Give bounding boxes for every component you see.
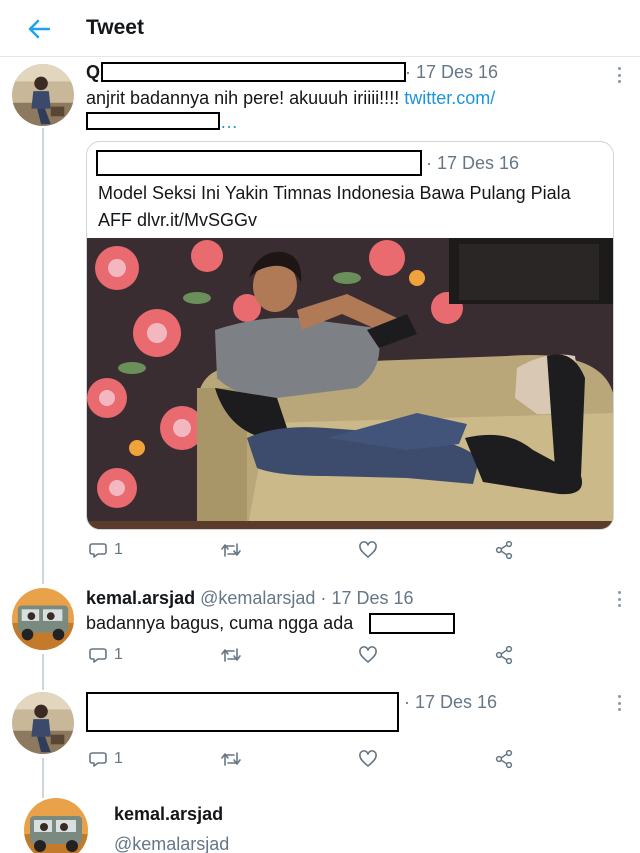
- tweet-text: badannya bagus, cuma ngga ada: [86, 613, 354, 633]
- user-handle[interactable]: @kemalarsjad: [200, 588, 315, 608]
- page-title: Tweet: [86, 16, 144, 39]
- retweet-button[interactable]: [220, 540, 242, 560]
- reply-button[interactable]: 1: [88, 749, 123, 769]
- retweet-icon: [221, 543, 241, 557]
- redacted-text: [369, 613, 455, 634]
- retweet-icon: [221, 648, 241, 662]
- tweet-date[interactable]: 17 Des 16: [416, 62, 498, 82]
- redacted-name: [101, 62, 406, 82]
- retweet-icon: [221, 752, 241, 766]
- reply-icon: [89, 543, 107, 558]
- quote-meta: · 17 Des 16: [426, 153, 519, 174]
- tweet-meta: · 17 Des 16: [404, 692, 497, 713]
- thread-line: [42, 654, 44, 690]
- link-ellipsis[interactable]: …: [220, 112, 238, 133]
- user-name[interactable]: Q: [86, 62, 100, 82]
- avatar[interactable]: [12, 692, 74, 754]
- tweet-header: kemal.arsjad @kemalarsjad · 17 Des 16: [86, 588, 414, 609]
- tweet-date[interactable]: 17 Des 16: [415, 692, 497, 712]
- reply-icon: [89, 648, 107, 663]
- retweet-button[interactable]: [220, 645, 242, 665]
- profile-handle[interactable]: @kemalarsjad: [114, 834, 229, 853]
- top-bar: Tweet: [0, 0, 640, 57]
- share-icon: [495, 540, 513, 560]
- user-name[interactable]: kemal.arsjad: [86, 588, 195, 608]
- separator-dot: ·: [404, 692, 410, 712]
- retweet-button[interactable]: [220, 749, 242, 769]
- tweet-text: anjrit badannya nih pere! akuuuh iriiii!…: [86, 88, 495, 109]
- more-vertical-icon[interactable]: [612, 692, 626, 714]
- share-icon: [495, 749, 513, 769]
- like-button[interactable]: [358, 749, 378, 769]
- thread-line: [42, 758, 44, 798]
- redacted-header: [86, 692, 399, 732]
- tweet-link[interactable]: twitter.com/: [404, 88, 495, 108]
- avatar[interactable]: [24, 798, 88, 853]
- tweet-actions: 1: [86, 540, 606, 564]
- profile-name[interactable]: kemal.arsjad: [114, 804, 223, 825]
- share-button[interactable]: [494, 540, 514, 560]
- heart-icon: [359, 541, 377, 558]
- tweet-date[interactable]: 17 Des 16: [331, 588, 413, 608]
- share-icon: [495, 645, 513, 665]
- share-button[interactable]: [494, 749, 514, 769]
- heart-icon: [359, 750, 377, 767]
- tweet-header: Q: [86, 62, 100, 83]
- like-button[interactable]: [358, 645, 378, 665]
- separator-dot: ·: [426, 153, 432, 173]
- reply-count: 1: [114, 541, 123, 558]
- tweet-actions: 1: [86, 645, 606, 669]
- reply-button[interactable]: 1: [88, 645, 123, 665]
- separator-dot: ·: [320, 588, 327, 608]
- tweet-text-body: anjrit badannya nih pere! akuuuh iriiii!…: [86, 88, 405, 108]
- avatar[interactable]: [12, 588, 74, 650]
- reply-button[interactable]: 1: [88, 540, 123, 560]
- tweet-meta: · 17 Des 16: [405, 62, 498, 83]
- like-button[interactable]: [358, 540, 378, 560]
- more-vertical-icon[interactable]: [612, 64, 626, 86]
- quote-date: 17 Des 16: [437, 153, 520, 173]
- tweet-actions: 1: [86, 749, 606, 773]
- quoted-tweet[interactable]: · 17 Des 16 Model Seksi Ini Yakin Timnas…: [86, 141, 614, 530]
- redacted-quote-author: [96, 150, 422, 176]
- quote-text: Model Seksi Ini Yakin Timnas Indonesia B…: [98, 183, 571, 230]
- arrow-left-icon: [28, 19, 50, 39]
- reply-count: 1: [114, 750, 123, 767]
- separator-dot: ·: [405, 62, 411, 82]
- avatar[interactable]: [12, 64, 74, 126]
- more-vertical-icon[interactable]: [612, 588, 626, 610]
- reply-icon: [89, 752, 107, 767]
- heart-icon: [359, 646, 377, 663]
- thread-line: [42, 128, 44, 584]
- share-button[interactable]: [494, 645, 514, 665]
- quote-photo[interactable]: [87, 238, 613, 529]
- redacted-link: [86, 112, 220, 130]
- back-button[interactable]: [22, 14, 56, 44]
- reply-count: 1: [114, 646, 123, 663]
